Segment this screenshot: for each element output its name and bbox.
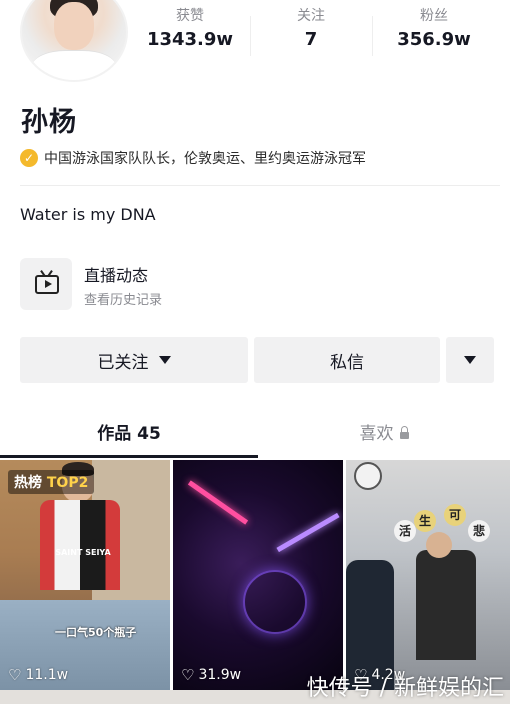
caret-down-icon <box>464 356 476 364</box>
verified-check-icon: ✓ <box>20 149 38 167</box>
light-ring <box>243 570 307 634</box>
stat-followers[interactable]: 粉丝 356.9w <box>374 6 494 54</box>
source-watermark: 快传号 / 新鲜娱的汇 <box>306 676 504 701</box>
stat-following[interactable]: 关注 7 <box>251 6 371 54</box>
content-tabs: 作品 45 喜欢 <box>0 412 510 458</box>
video-likes: ♡ 11.1w <box>8 666 68 684</box>
verification-text: 中国游泳国家队队长，伦敦奥运、里约奥运游泳冠军 <box>44 151 366 167</box>
avatar-shirt <box>32 50 116 80</box>
caret-down-icon <box>158 356 171 364</box>
tab-likes-label: 喜欢 <box>359 424 394 444</box>
light-streak <box>276 512 340 553</box>
video-thumbnail[interactable]: 生 活 可 悲 ♡ 4.2w <box>346 460 510 690</box>
hot-rank-badge: 热榜 TOP2 <box>8 470 95 494</box>
tab-likes[interactable]: 喜欢 <box>258 412 510 456</box>
live-tv-icon <box>20 258 72 310</box>
profile-name: 孙杨 <box>21 107 77 138</box>
divider <box>20 185 500 186</box>
sticker-char: 生 <box>414 510 436 532</box>
message-button-label: 私信 <box>330 352 364 373</box>
followed-button[interactable]: 已关注 <box>20 337 248 383</box>
followed-button-label: 已关注 <box>97 352 149 373</box>
sticker-char: 悲 <box>468 520 490 542</box>
verification-row: ✓ 中国游泳国家队队长，伦敦奥运、里约奥运游泳冠军 <box>20 147 366 169</box>
message-button[interactable]: 私信 <box>254 337 440 383</box>
more-dropdown-button[interactable] <box>446 337 494 383</box>
stat-likes[interactable]: 获赞 1343.9w <box>130 6 250 54</box>
video-likes: ♡ 31.9w <box>181 666 241 684</box>
tab-active-indicator <box>0 455 258 458</box>
stat-value: 7 <box>304 29 318 50</box>
video-likes-count: 11.1w <box>25 667 69 683</box>
video-thumbnail[interactable]: ♡ 31.9w <box>173 460 343 690</box>
live-title: 直播动态 <box>84 266 149 285</box>
light-streak <box>187 480 249 525</box>
hot-rank-prefix: 热榜 <box>14 475 47 491</box>
video-likes-count: 31.9w <box>198 667 242 683</box>
heart-icon: ♡ <box>8 666 22 684</box>
hot-rank-number: TOP2 <box>46 475 89 491</box>
stat-value: 1343.9w <box>146 29 234 50</box>
tab-works[interactable]: 作品 45 <box>0 412 258 456</box>
stat-value: 356.9w <box>397 29 471 50</box>
person-jacket <box>40 500 120 590</box>
stat-label: 关注 <box>297 8 325 24</box>
live-history-entry[interactable]: 直播动态 查看历史记录 <box>20 256 320 312</box>
avatar-face <box>54 2 94 50</box>
stat-label: 获赞 <box>176 8 204 24</box>
person-seated <box>416 550 476 660</box>
wall-clock-icon <box>354 462 382 490</box>
live-subtitle: 查看历史记录 <box>84 293 163 308</box>
sticker-char: 可 <box>444 504 466 526</box>
profile-bio: Water is my DNA <box>20 205 156 224</box>
profile-stats: 获赞 1343.9w 关注 7 粉丝 356.9w <box>130 6 505 60</box>
sticker-char: 活 <box>394 520 416 542</box>
avatar[interactable] <box>20 0 128 82</box>
video-thumbnail[interactable]: SAINT SEIYA 一口气50个瓶子 热榜 TOP2 ♡ 11.1w <box>0 460 170 690</box>
jacket-text: SAINT SEIYA <box>55 548 111 557</box>
heart-icon: ♡ <box>181 666 195 684</box>
person-head <box>426 532 452 558</box>
divider <box>372 16 373 56</box>
lock-icon <box>399 426 409 439</box>
video-caption: 一口气50个瓶子 <box>55 626 137 639</box>
video-grid: SAINT SEIYA 一口气50个瓶子 热榜 TOP2 ♡ 11.1w ♡ 3… <box>0 460 510 704</box>
tab-works-label: 作品 45 <box>97 424 161 444</box>
stat-label: 粉丝 <box>420 8 448 24</box>
